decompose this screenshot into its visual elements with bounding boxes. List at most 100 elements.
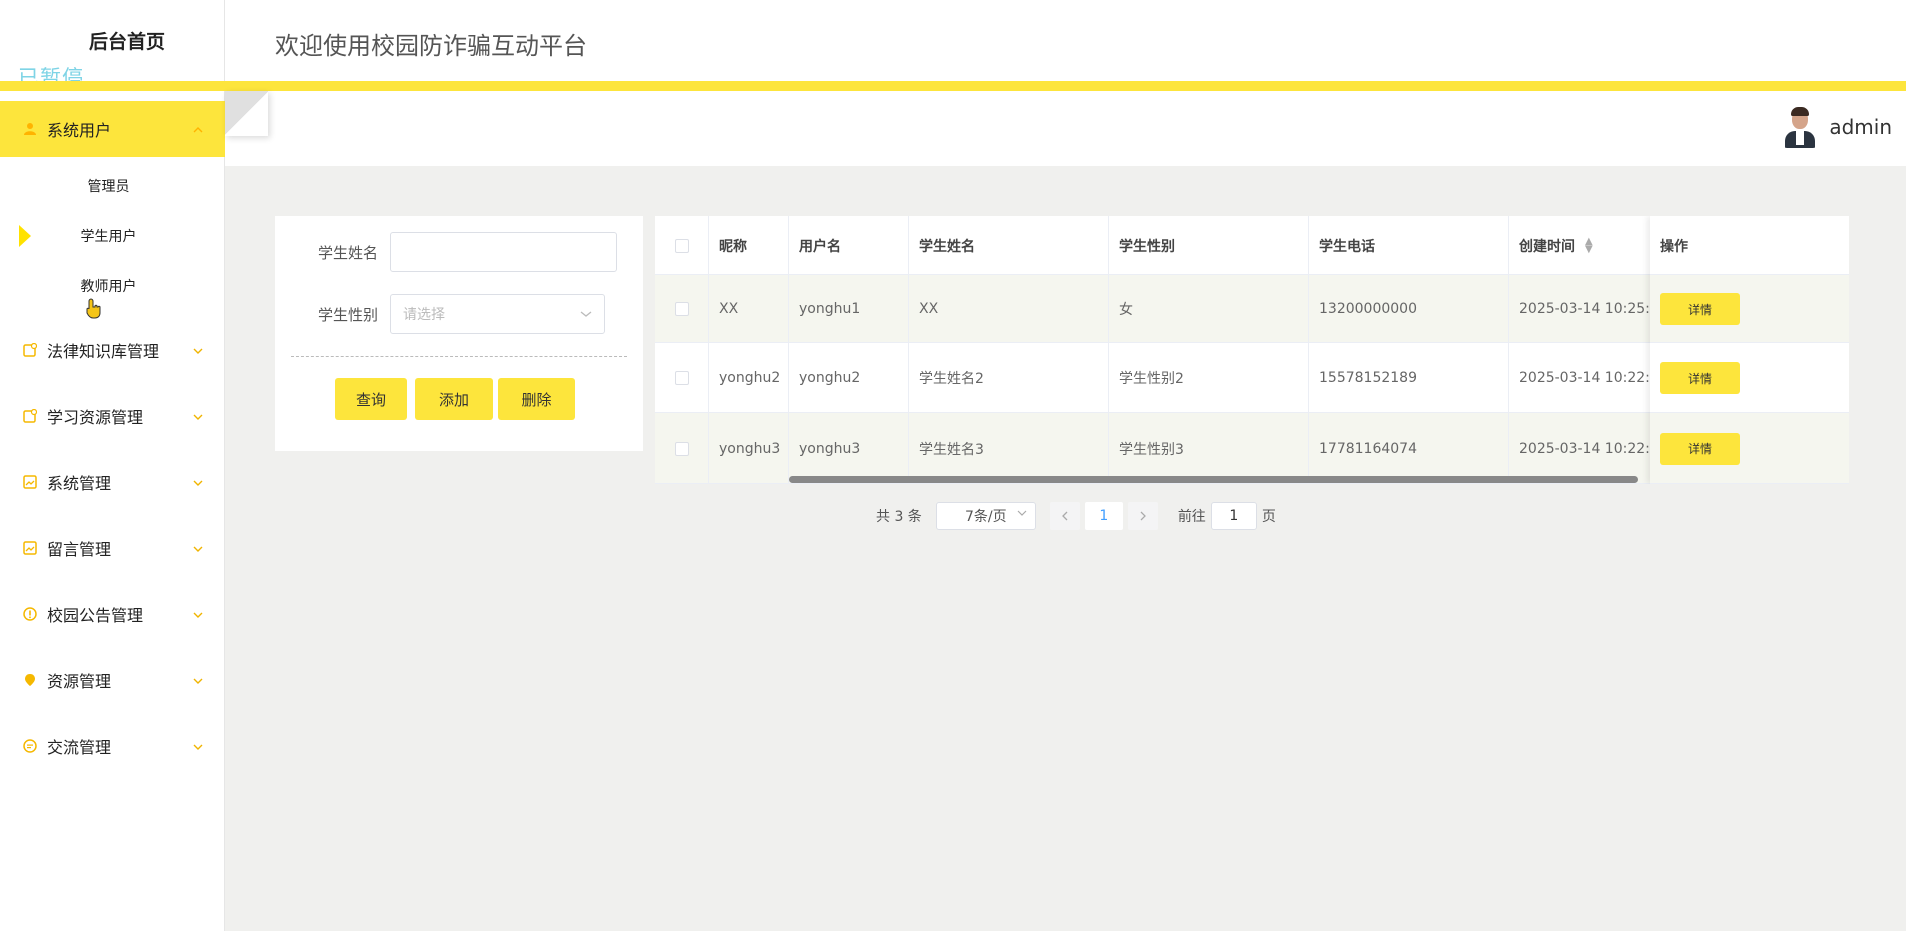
page-size-value: 7条/页 — [965, 509, 1007, 525]
system-users-submenu: 管理员 学生用户 教师用户 — [0, 157, 225, 317]
chevron-down-icon — [580, 307, 592, 321]
menu-label: 留言管理 — [47, 540, 112, 559]
next-page-button[interactable] — [1127, 502, 1158, 530]
chevron-down-icon — [193, 740, 203, 750]
menu-label: 学习资源管理 — [47, 408, 144, 427]
cell-student-phone: 13200000000 — [1309, 275, 1509, 343]
goto-page-input[interactable]: 1 — [1210, 502, 1257, 530]
menu-item-campus-notice[interactable]: 校园公告管理 — [0, 581, 225, 647]
document-add-icon — [22, 408, 38, 424]
menu-label: 交流管理 — [47, 738, 112, 757]
header-created-label: 创建时间 — [1519, 238, 1575, 255]
menu-label: 系统管理 — [47, 474, 112, 493]
search-panel: 学生姓名 学生性别 请选择 查询 添加 删除 — [275, 216, 643, 451]
chevron-down-icon — [193, 674, 203, 684]
menu-label: 校园公告管理 — [47, 606, 144, 625]
avatar — [1783, 106, 1818, 148]
header-student-name: 学生姓名 — [909, 216, 1109, 275]
select-all-cell — [655, 216, 709, 275]
menu-item-resource-management[interactable]: 资源管理 — [0, 647, 225, 713]
select-all-checkbox[interactable] — [674, 238, 689, 253]
menu-label: 资源管理 — [47, 672, 112, 691]
goto-label: 前往 — [1177, 509, 1206, 525]
brand-label: 后台首页 — [88, 30, 165, 53]
cell-created-time: 2025-03-14 10:25:42 — [1519, 301, 1650, 317]
menu-label: 法律知识库管理 — [47, 342, 160, 361]
menu-item-learning-resources[interactable]: 学习资源管理 — [0, 383, 225, 449]
menu-item-system-management[interactable]: 系统管理 — [0, 449, 225, 515]
cell-student-gender: 女 — [1109, 275, 1309, 343]
cell-student-name: 学生姓名2 — [909, 343, 1109, 413]
sidebar-item-student-users[interactable]: 学生用户 — [0, 211, 225, 261]
chevron-down-icon — [193, 542, 203, 552]
active-indicator — [19, 225, 31, 247]
row-select-cell — [655, 413, 709, 484]
cell-created-time: 2025-03-14 10:22:52 — [1519, 440, 1650, 457]
student-name-input[interactable] — [390, 232, 617, 272]
user-menu[interactable]: admin — [1783, 106, 1892, 148]
delete-button[interactable]: 删除 — [498, 378, 575, 420]
page-jump: 前往 1 页 — [1178, 502, 1276, 530]
sidebar-item-teacher-users[interactable]: 教师用户 — [0, 261, 225, 311]
location-icon — [22, 672, 38, 688]
cell-student-phone: 15578152189 — [1309, 343, 1509, 413]
fixed-actions-shadow — [1650, 216, 1849, 484]
menu-item-system-users[interactable]: 系统用户 — [0, 101, 225, 157]
page-title: 欢迎使用校园防诈骗互动平台 — [275, 32, 587, 60]
chevron-down-icon — [1017, 509, 1027, 520]
top-header: 欢迎使用校园防诈骗互动平台 — [225, 0, 1906, 82]
query-button[interactable]: 查询 — [335, 378, 407, 420]
row-checkbox[interactable] — [674, 302, 689, 316]
sidebar: 后台首页 已暂停 系统用户 管理员 学生用户 教师用户 法律知识库管理 学习资源… — [0, 0, 225, 931]
menu-item-law-kb[interactable]: 法律知识库管理 — [0, 317, 225, 383]
header-student-gender: 学生性别 — [1109, 216, 1309, 275]
menu-item-message-management[interactable]: 留言管理 — [0, 515, 225, 581]
chat-icon — [22, 738, 38, 754]
cell-nickname: yonghu2 — [709, 343, 789, 413]
chevron-down-icon — [193, 476, 203, 486]
cell-student-gender: 学生性别2 — [1109, 343, 1309, 413]
menu-item-exchange-management[interactable]: 交流管理 — [0, 713, 225, 779]
page-size-select[interactable]: 7条/页 — [935, 502, 1036, 530]
picture-icon — [22, 474, 38, 490]
user-icon — [22, 121, 38, 137]
header-username: 用户名 — [789, 216, 909, 275]
gender-field-row: 学生性别 请选择 — [275, 294, 605, 334]
gender-placeholder: 请选择 — [403, 307, 445, 323]
row-checkbox[interactable] — [674, 441, 689, 456]
horizontal-scrollbar[interactable] — [789, 476, 1638, 483]
submenu-label: 教师用户 — [80, 279, 137, 295]
row-checkbox[interactable] — [674, 371, 689, 385]
page-number-current[interactable]: 1 — [1084, 502, 1123, 530]
username-label: admin — [1829, 115, 1892, 139]
header-created-time[interactable]: 创建时间 ▲ ▼ — [1509, 216, 1650, 275]
add-button[interactable]: 添加 — [415, 378, 493, 420]
chevron-right-icon — [1140, 511, 1146, 521]
picture-icon — [22, 540, 38, 556]
chevron-up-icon — [193, 123, 203, 133]
page-suffix: 页 — [1261, 509, 1276, 525]
sort-icon[interactable]: ▲ ▼ — [1585, 236, 1593, 254]
menu-label: 系统用户 — [47, 121, 112, 140]
student-table: 昵称 用户名 学生姓名 学生性别 学生电话 创建时间 ▲ ▼ 操作 XX yong… — [655, 216, 1849, 484]
document-add-icon — [22, 342, 38, 358]
row-select-cell — [655, 275, 709, 343]
sidebar-item-admins[interactable]: 管理员 — [0, 161, 225, 211]
submenu-label: 管理员 — [87, 179, 130, 195]
prev-page-button[interactable] — [1049, 502, 1080, 530]
collapse-toggle[interactable] — [225, 91, 268, 136]
cell-username: yonghu3 — [789, 413, 909, 484]
info-icon — [22, 606, 38, 622]
cell-student-name: 学生姓名3 — [909, 413, 1109, 484]
header-nickname: 昵称 — [709, 216, 789, 275]
cell-created-time: 2025-03-14 10:22:52 — [1519, 370, 1650, 386]
cell-username: yonghu1 — [789, 275, 909, 343]
chevron-down-icon — [193, 344, 203, 354]
pagination: 共 3 条 7条/页 1 前往 1 页 — [876, 502, 1276, 530]
divider — [291, 356, 627, 357]
gender-select[interactable]: 请选择 — [390, 294, 605, 334]
cell-nickname: yonghu3 — [709, 413, 789, 484]
row-select-cell — [655, 343, 709, 413]
total-count: 共 3 条 — [876, 509, 922, 525]
chevron-down-icon — [193, 608, 203, 618]
